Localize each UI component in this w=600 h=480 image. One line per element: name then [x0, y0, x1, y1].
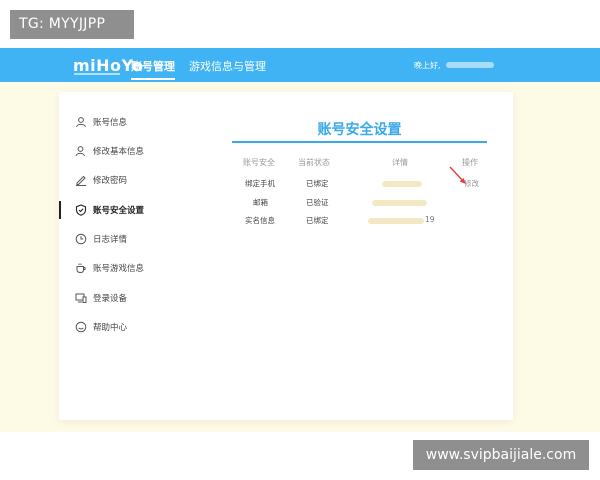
- sidebar-item-devices[interactable]: 登录设备: [59, 287, 179, 309]
- sidebar-item-game-info[interactable]: 账号游戏信息: [59, 257, 179, 279]
- sidebar-item-help[interactable]: 帮助中心: [59, 316, 179, 338]
- red-arrow-icon: [449, 166, 466, 184]
- row-phone-item: 绑定手机: [245, 179, 275, 188]
- page-title: 账号安全设置: [317, 122, 402, 138]
- sidebar-item-label: 账号信息: [93, 118, 128, 128]
- sidebar-item-label: 账号安全设置: [93, 206, 145, 216]
- row-realname-detail-blurred: [368, 218, 424, 224]
- sidebar-item-label: 登录设备: [93, 294, 128, 304]
- clock-icon: [75, 233, 87, 245]
- sidebar-item-security[interactable]: 账号安全设置: [59, 199, 179, 221]
- sidebar-item-change-password[interactable]: 修改密码: [59, 169, 179, 191]
- help-icon: [75, 321, 87, 333]
- shield-icon: [75, 204, 87, 216]
- column-header-detail: 详情: [392, 158, 408, 167]
- tab-game-info[interactable]: 游戏信息与管理: [189, 58, 266, 74]
- row-realname-status: 已绑定: [306, 216, 329, 225]
- cup-icon: [75, 262, 87, 274]
- sidebar-item-label: 日志详情: [93, 235, 128, 245]
- row-realname-detail-suffix: 19: [425, 215, 435, 224]
- sidebar-item-label: 修改密码: [93, 176, 128, 186]
- row-realname-item: 实名信息: [245, 216, 275, 225]
- blurred-username: [446, 62, 494, 68]
- device-icon: [75, 292, 87, 304]
- sidebar-item-label: 账号游戏信息: [93, 264, 145, 274]
- sidebar-item-account-info[interactable]: 账号信息: [59, 111, 179, 133]
- column-header-security: 账号安全: [243, 158, 275, 167]
- column-header-status: 当前状态: [298, 158, 330, 167]
- sidebar-item-label: 帮助中心: [93, 323, 128, 333]
- logo-underline: [74, 73, 120, 75]
- tab-account-management[interactable]: 账号管理: [131, 58, 175, 80]
- sidebar-item-label: 修改基本信息: [93, 147, 145, 157]
- row-email-detail-blurred: [372, 200, 427, 206]
- row-phone-detail-blurred: [382, 181, 422, 187]
- user-icon: [75, 116, 87, 128]
- row-email-item: 邮箱: [253, 198, 268, 207]
- row-email-status: 已验证: [306, 198, 329, 207]
- tg-badge: TG: MYYJJPP: [10, 10, 134, 39]
- greeting-text: 晚上好,: [414, 61, 441, 70]
- sidebar-item-edit-info[interactable]: 修改基本信息: [59, 140, 179, 162]
- sidebar-item-logs[interactable]: 日志详情: [59, 228, 179, 250]
- pencil-icon: [75, 174, 87, 186]
- watermark-badge: www.svipbaijiale.com: [413, 440, 589, 470]
- title-underline: [232, 141, 487, 143]
- row-phone-status: 已绑定: [306, 179, 329, 188]
- user-edit-icon: [75, 145, 87, 157]
- top-header: miHoYo 账号管理 游戏信息与管理 晚上好,: [0, 48, 600, 82]
